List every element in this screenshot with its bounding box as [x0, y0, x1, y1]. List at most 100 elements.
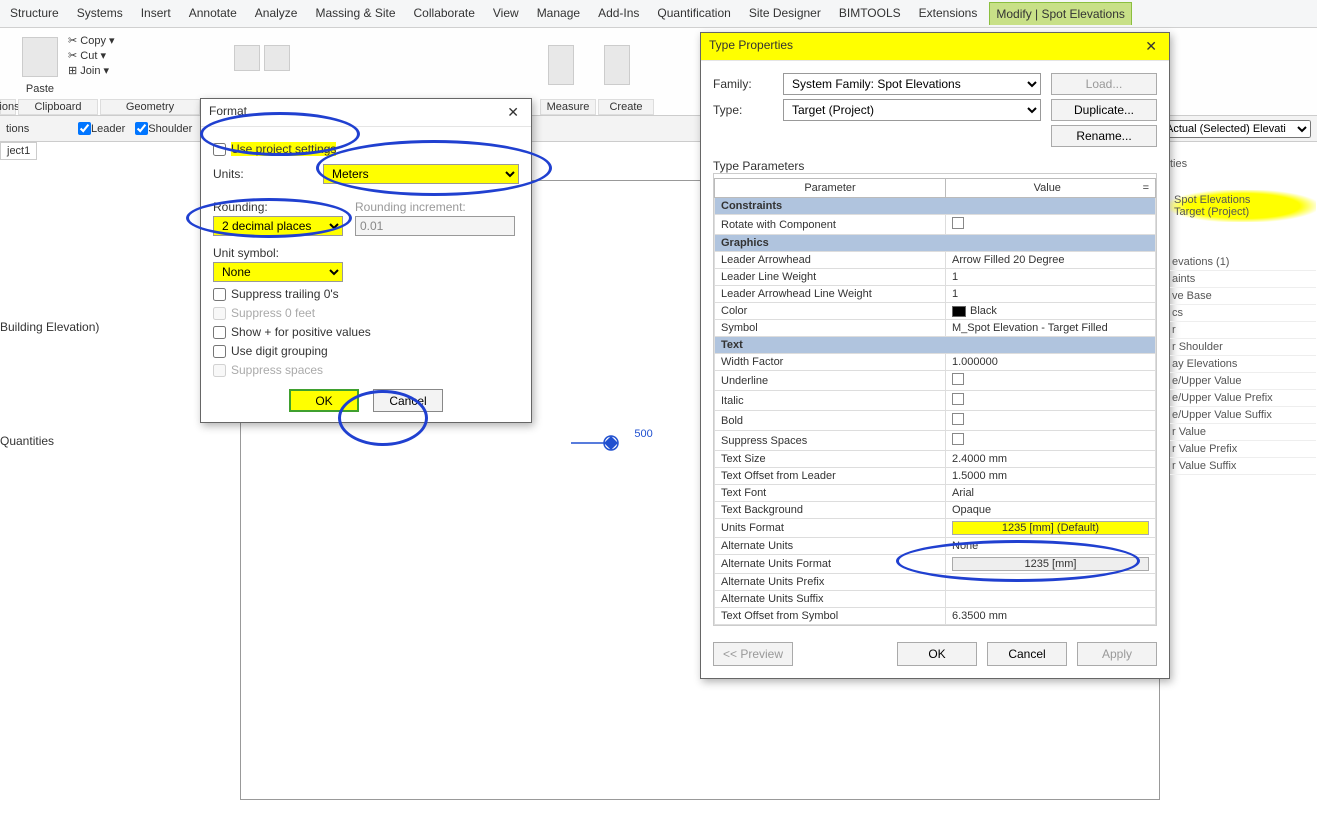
- altus-cell[interactable]: [946, 591, 1156, 608]
- prop-row[interactable]: r Value Suffix: [1170, 458, 1316, 475]
- prop-row[interactable]: r Value Prefix: [1170, 441, 1316, 458]
- close-icon[interactable]: ✕: [503, 104, 523, 121]
- ss-cell[interactable]: [946, 431, 1156, 451]
- tbg-cell[interactable]: Opaque: [946, 502, 1156, 519]
- tab[interactable]: BIMTOOLS: [833, 2, 907, 25]
- rotate-cell[interactable]: [946, 215, 1156, 235]
- tp-cancel-button[interactable]: Cancel: [987, 642, 1067, 666]
- rounding-select[interactable]: 2 decimal places: [213, 216, 343, 236]
- tfont-cell[interactable]: Arial: [946, 485, 1156, 502]
- tp-title: Type Properties: [709, 38, 793, 55]
- increment-field: [355, 216, 515, 236]
- prop-row[interactable]: e/Upper Value Suffix: [1170, 407, 1316, 424]
- ribbon-tabs: Structure Systems Insert Annotate Analyz…: [0, 0, 1317, 28]
- altu-cell[interactable]: None: [946, 538, 1156, 555]
- tab[interactable]: Structure: [4, 2, 65, 25]
- prop-row[interactable]: e/Upper Value: [1170, 373, 1316, 390]
- arrowhead-cell[interactable]: Arrow Filled 20 Degree: [946, 252, 1156, 269]
- close-icon[interactable]: ✕: [1141, 38, 1161, 55]
- family-select[interactable]: System Family: Spot Elevations: [783, 73, 1041, 95]
- use-project-chk[interactable]: [213, 143, 226, 156]
- load-button: Load...: [1051, 73, 1157, 95]
- prop-row[interactable]: r Value: [1170, 424, 1316, 441]
- instance-count[interactable]: evations (1): [1170, 254, 1316, 271]
- type-select[interactable]: Target (Project): [783, 99, 1041, 121]
- tab[interactable]: Extensions: [913, 2, 984, 25]
- toff-cell[interactable]: 1.5000 mm: [946, 468, 1156, 485]
- panel-measure: Measure: [540, 99, 596, 115]
- tp-ok-button[interactable]: OK: [897, 642, 977, 666]
- tab[interactable]: View: [487, 2, 525, 25]
- lalw-cell[interactable]: 1: [946, 286, 1156, 303]
- measure-icon[interactable]: [548, 45, 574, 85]
- show-positive-chk[interactable]: [213, 326, 226, 339]
- prop-row[interactable]: r: [1170, 322, 1316, 339]
- type-label: Type:: [713, 103, 783, 117]
- units-select[interactable]: Meters: [323, 164, 519, 184]
- color-cell[interactable]: Black: [946, 303, 1156, 320]
- cancel-button[interactable]: Cancel: [373, 389, 443, 412]
- tsize-cell[interactable]: 2.4000 mm: [946, 451, 1156, 468]
- shoulder-chk[interactable]: [135, 122, 148, 135]
- tab[interactable]: Systems: [71, 2, 129, 25]
- tab[interactable]: Quantification: [651, 2, 736, 25]
- units-format-cell[interactable]: 1235 [mm] (Default): [946, 519, 1156, 538]
- bold-cell[interactable]: [946, 411, 1156, 431]
- prop-row[interactable]: ay Elevations: [1170, 356, 1316, 373]
- llw-cell[interactable]: 1: [946, 269, 1156, 286]
- units-label: Units:: [213, 167, 323, 181]
- rounding-label: Rounding:: [213, 200, 343, 214]
- tab[interactable]: Massing & Site: [309, 2, 401, 25]
- create-icon[interactable]: [604, 45, 630, 85]
- digit-grouping-chk[interactable]: [213, 345, 226, 358]
- view-name: Building Elevation): [0, 320, 200, 334]
- altuf-cell[interactable]: 1235 [mm]: [946, 555, 1156, 574]
- suppress-trailing-chk[interactable]: [213, 288, 226, 301]
- paste-label: Paste: [20, 83, 60, 95]
- panel-geometry: Geometry: [100, 99, 200, 115]
- tab[interactable]: Manage: [531, 2, 586, 25]
- format-title: Format: [209, 104, 247, 121]
- prop-row[interactable]: ve Base: [1170, 288, 1316, 305]
- join-btn[interactable]: ⊞ Join ▾: [68, 64, 115, 77]
- suppress-feet-chk: [213, 307, 226, 320]
- cut-btn[interactable]: ✂ Cut ▾: [68, 49, 115, 62]
- italic-cell[interactable]: [946, 391, 1156, 411]
- paste-icon[interactable]: [22, 37, 58, 77]
- rename-button[interactable]: Rename...: [1051, 125, 1157, 147]
- tool-icon[interactable]: [234, 45, 260, 71]
- type-properties-dialog: Type Properties✕ Family: System Family: …: [700, 32, 1170, 679]
- duplicate-button[interactable]: Duplicate...: [1051, 99, 1157, 121]
- prop-row[interactable]: aints: [1170, 271, 1316, 288]
- prop-row[interactable]: r Shoulder: [1170, 339, 1316, 356]
- prop-row[interactable]: e/Upper Value Prefix: [1170, 390, 1316, 407]
- tos-cell[interactable]: 6.3500 mm: [946, 608, 1156, 625]
- tab-modify-active[interactable]: Modify | Spot Elevations: [989, 2, 1132, 25]
- wf-cell[interactable]: 1.000000: [946, 354, 1156, 371]
- spot-elevation-symbol[interactable]: [571, 431, 631, 455]
- prop-row[interactable]: cs: [1170, 305, 1316, 322]
- underline-cell[interactable]: [946, 371, 1156, 391]
- tool-icon[interactable]: [264, 45, 290, 71]
- tab[interactable]: Analyze: [249, 2, 304, 25]
- display-select[interactable]: Actual (Selected) Elevati: [1161, 120, 1311, 138]
- tp-apply-button: Apply: [1077, 642, 1157, 666]
- symbol-cell[interactable]: M_Spot Elevation - Target Filled: [946, 320, 1156, 337]
- col-param: Parameter: [715, 179, 946, 198]
- leader-chk[interactable]: [78, 122, 91, 135]
- format-dialog: Format✕ Use project settings Units: Mete…: [200, 98, 532, 423]
- unit-symbol-select[interactable]: None: [213, 262, 343, 282]
- panel-clipboard: Clipboard: [18, 99, 98, 115]
- ok-button[interactable]: OK: [289, 389, 359, 412]
- tab[interactable]: Insert: [135, 2, 177, 25]
- tab[interactable]: Site Designer: [743, 2, 827, 25]
- altup-cell[interactable]: [946, 574, 1156, 591]
- tab[interactable]: Collaborate: [408, 2, 481, 25]
- col-value: Value =: [946, 179, 1156, 198]
- tab[interactable]: Add-Ins: [592, 2, 645, 25]
- project-tab[interactable]: ject1: [0, 142, 37, 160]
- family-preview: Spot ElevationsTarget (Project): [1170, 190, 1316, 222]
- quantities-label: Quantities: [0, 434, 200, 448]
- tab[interactable]: Annotate: [183, 2, 243, 25]
- copy-btn[interactable]: ✂ Copy ▾: [68, 34, 115, 47]
